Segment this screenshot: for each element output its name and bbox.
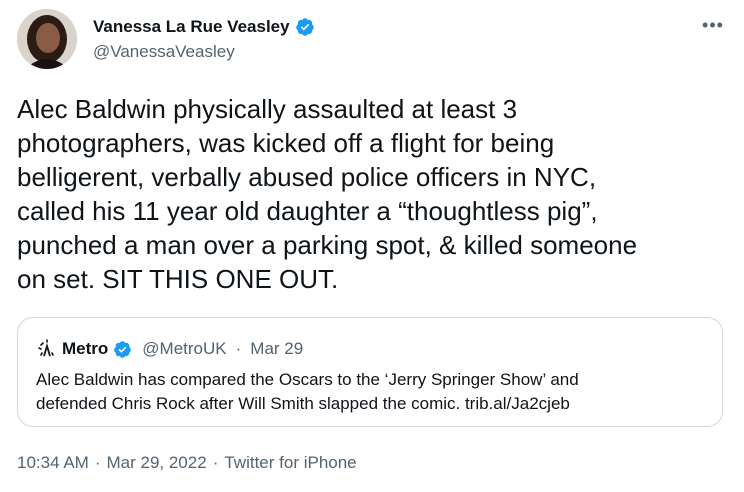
quoted-tweet-card[interactable]: Metro @MetroUK · Mar 29 Alec Baldwin has… xyxy=(17,317,723,427)
tweet-line: called his 11 year old daughter a “thoug… xyxy=(17,196,598,226)
meta-separator: · xyxy=(212,453,219,472)
tweet-metadata: 10:34 AM · Mar 29, 2022 · Twitter for iPhone xyxy=(17,452,357,474)
quoted-tweet-text: Alec Baldwin has compared the Oscars to … xyxy=(36,368,706,416)
quoted-line: defended Chris Rock after Will Smith sla… xyxy=(36,394,570,413)
tweet-line: on set. SIT THIS ONE OUT. xyxy=(17,264,339,294)
quoted-line: Alec Baldwin has compared the Oscars to … xyxy=(36,370,579,389)
quoted-author-name: Metro xyxy=(62,339,109,358)
quoted-separator: · xyxy=(235,339,242,358)
author-avatar[interactable] xyxy=(17,9,77,69)
author-name-text: Vanessa La Rue Veasley xyxy=(93,17,290,36)
tweet-line: Alec Baldwin physically assaulted at lea… xyxy=(17,94,518,124)
more-icon[interactable]: ••• xyxy=(700,16,726,36)
author-display-name[interactable]: Vanessa La Rue Veasley xyxy=(93,16,315,38)
tweet-source[interactable]: Twitter for iPhone xyxy=(224,453,356,472)
tweet-date[interactable]: Mar 29, 2022 xyxy=(107,453,207,472)
quoted-tweet-header: Metro @MetroUK · Mar 29 xyxy=(36,338,303,360)
avatar-image xyxy=(17,9,77,69)
meta-separator: · xyxy=(94,453,101,472)
tweet-line: photographers, was kicked off a flight f… xyxy=(17,128,555,158)
quoted-verified-badge-icon xyxy=(113,340,132,359)
metro-logo-icon xyxy=(36,338,58,360)
author-handle[interactable]: @VanessaVeasley xyxy=(93,41,235,63)
tweet-line: punched a man over a parking spot, & kil… xyxy=(17,230,638,260)
tweet-text: Alec Baldwin physically assaulted at lea… xyxy=(17,92,732,296)
verified-badge-icon xyxy=(295,17,315,37)
tweet-line: belligerent, verbally abused police offi… xyxy=(17,162,597,192)
quoted-date[interactable]: Mar 29 xyxy=(250,339,303,359)
tweet-time[interactable]: 10:34 AM xyxy=(17,453,89,472)
quoted-author-handle: @MetroUK xyxy=(142,339,227,358)
